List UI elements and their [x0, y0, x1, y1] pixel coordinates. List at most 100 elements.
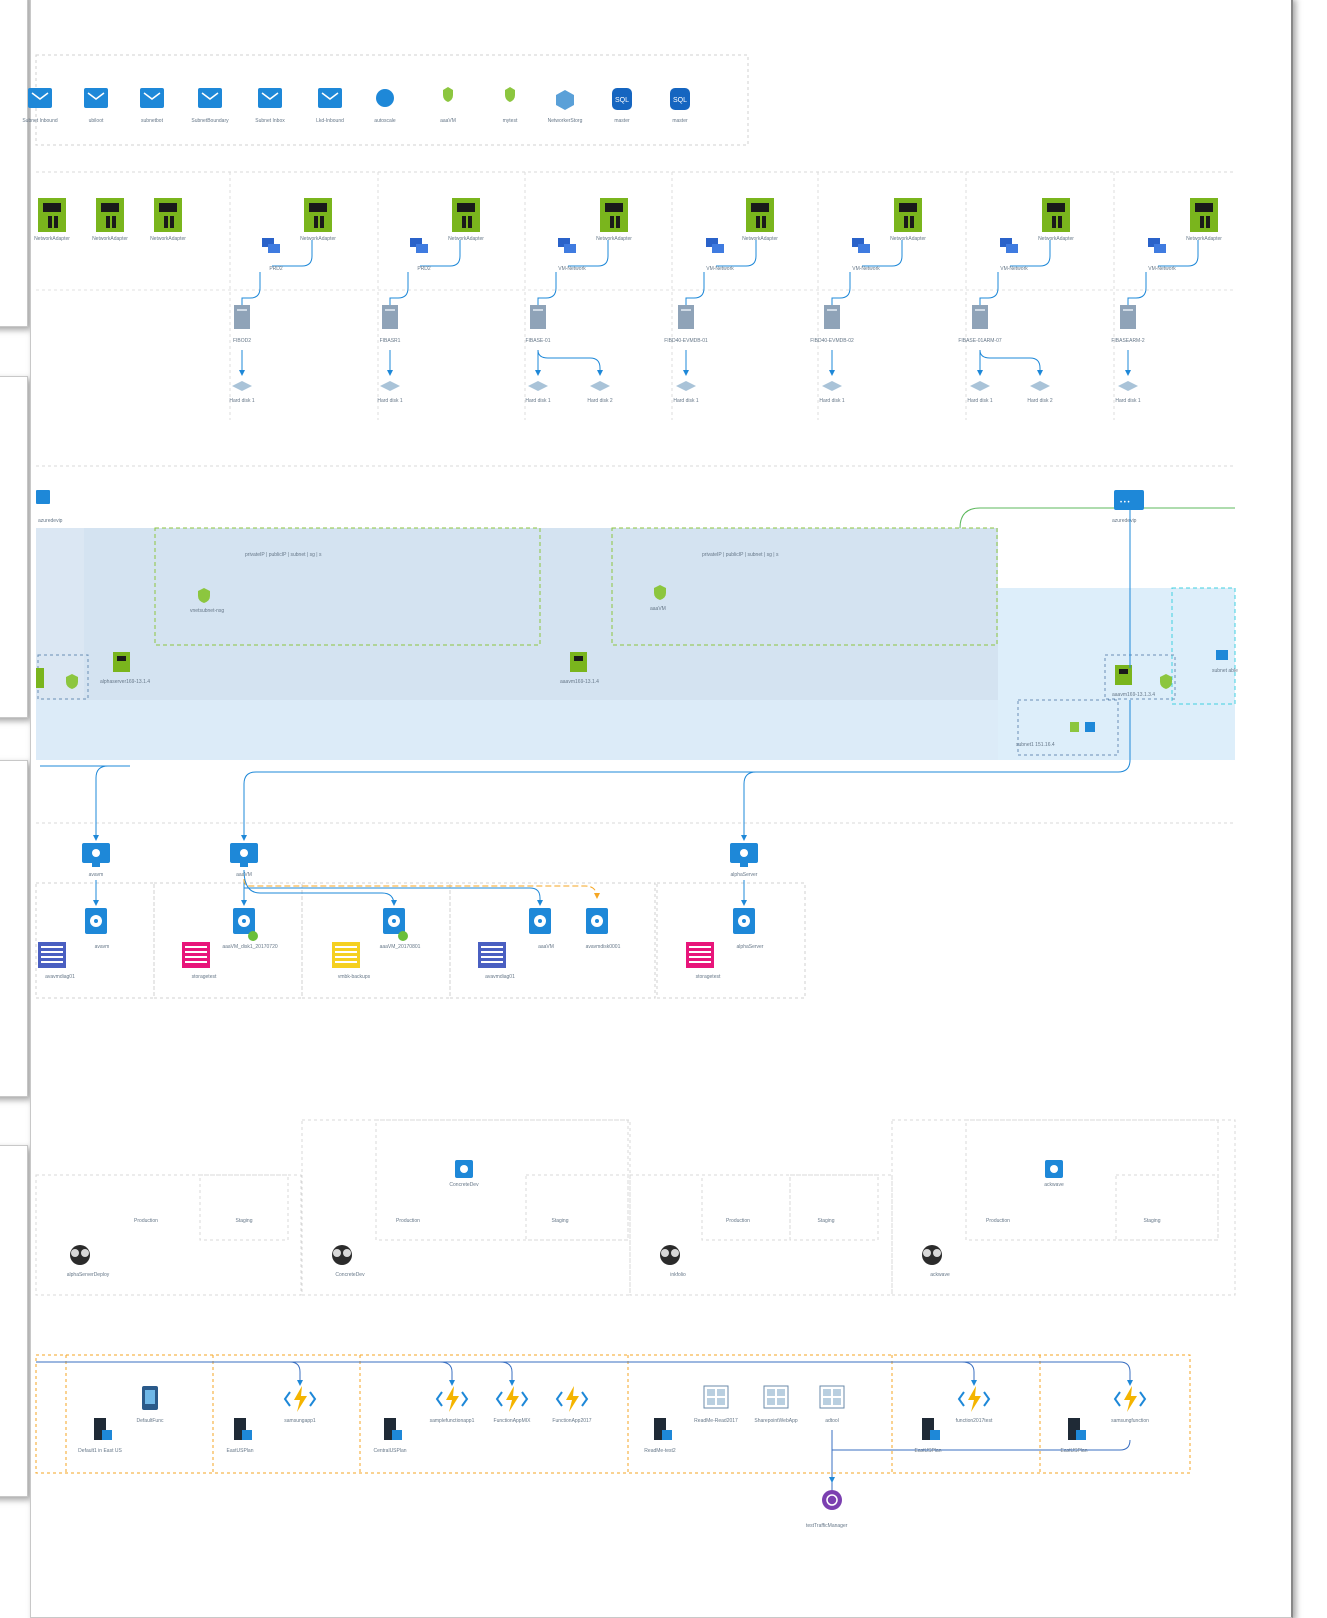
cloud-role-label: ConcreteDev — [449, 1182, 479, 1188]
cloud-service-frames — [35, 1119, 1236, 1296]
disk-icon — [1118, 381, 1138, 391]
top-resource-0: Subnet Inbound — [22, 88, 58, 124]
storage-account-icon — [332, 942, 360, 968]
vnet-label: VM-Network — [706, 266, 734, 272]
subnet-icon — [84, 88, 108, 108]
server-2: FIBASE-01 — [525, 272, 557, 376]
subnet-icon — [258, 88, 282, 108]
servers-row: FIBOD2 FIBASR1 FIBASE-01 FIBD40-EVMDB-01 FIB… — [229, 272, 1147, 404]
hard-disk-1: Hard disk 1 — [377, 381, 403, 404]
app-service-6: SharepointWebApp — [754, 1385, 798, 1424]
top-resource-10: SQL master — [612, 88, 632, 124]
server-icon — [678, 305, 694, 329]
top-resource-8: mytest — [503, 87, 518, 124]
hard-disk-7: Hard disk 2 — [1027, 381, 1053, 404]
network-adapter-9: NetworkAdapter — [1186, 198, 1222, 242]
storage-account-icon — [478, 942, 506, 968]
app-service-5: ReadMe-Read2017 — [694, 1385, 738, 1424]
cloud-role-label: ackwave — [1044, 1182, 1064, 1188]
server-0: FIBOD2 — [233, 272, 261, 376]
staging-slot-label: Staging — [236, 1218, 253, 1224]
hard-disk-0: Hard disk 1 — [229, 381, 255, 404]
top-resource-label: ubiloot — [89, 118, 104, 124]
app-service-plan-9: EastUSPlan — [1061, 1418, 1088, 1454]
top-resource-label: subnetbot — [141, 118, 164, 124]
network-adapters-row: NetworkAdapter NetworkAdapter NetworkAdapt… — [34, 198, 1222, 272]
vnet-left-label: azuredevip — [38, 518, 63, 524]
vnet-node-3: VM-Network — [706, 238, 757, 272]
app-service-plan-1: EastUSPlan — [227, 1418, 254, 1454]
storage-account-label: vmbk-backups — [338, 974, 371, 980]
subnet-right-caption: privateIP | publicIP | subnet | sg | s — [702, 552, 779, 558]
app-service-connectors — [36, 1361, 1133, 1490]
top-resource-9: NetworkerStorg — [548, 90, 583, 124]
disk-label: Hard disk 2 — [587, 398, 613, 404]
app-label: adtool — [825, 1418, 839, 1424]
network-adapter-8: NetworkAdapter — [1038, 198, 1074, 242]
subnet-left-caption: privateIP | publicIP | subnet | sg | s — [245, 552, 322, 558]
function-app-icon — [968, 1386, 981, 1412]
app-label: FunctionAppMIX — [494, 1418, 532, 1424]
hard-disk-5: Hard disk 1 — [819, 381, 845, 404]
function-app-icon — [294, 1386, 307, 1412]
app-service-7: adtool — [819, 1385, 845, 1424]
network-adapter-label: NetworkAdapter — [448, 236, 484, 242]
vm-disk-2: aaaVM_20170801 vmbk-backups — [332, 908, 421, 980]
server-label: FIBOD2 — [233, 338, 251, 344]
top-resource-label: Lkd-Inbound — [316, 118, 344, 124]
subnet-icon — [198, 88, 222, 108]
top-resource-label: SubnetBoundary — [191, 118, 229, 124]
storage-account-label: storagetest — [696, 974, 721, 980]
app-service-plan-5: ReadMe-test2 — [644, 1418, 676, 1454]
hard-disk-3: Hard disk 2 — [587, 381, 613, 404]
vm-label: avavm — [89, 872, 104, 878]
hard-disk-2: Hard disk 1 — [525, 381, 551, 404]
staging-slot-label: Staging — [552, 1218, 569, 1224]
virtual-machines: avavm aaaVM alphaServer — [82, 843, 758, 906]
cloud-service-label: alphaServerDeploy — [67, 1272, 110, 1278]
network-adapter-2: NetworkAdapter — [150, 198, 186, 242]
function-app-icon — [566, 1386, 579, 1412]
production-slot-label: Production — [986, 1218, 1010, 1224]
server-1: FIBASR1 — [380, 272, 409, 376]
top-resource-5: Lkd-Inbound — [316, 88, 344, 124]
cube-icon — [556, 90, 574, 110]
network-adapter-3: NetworkAdapter — [300, 198, 336, 242]
disk-icon — [822, 381, 842, 391]
nic-left-label: alphaserver169-13.1.4 — [100, 679, 150, 685]
top-resource-6: autoscale — [374, 89, 396, 124]
vnet-node-2: VM-Network — [558, 238, 609, 272]
vm-label: alphaServer — [731, 872, 758, 878]
cloud-service-0: alphaServerDeploy Production Staging — [67, 1218, 253, 1278]
app-service-plan-8: EastUSPlan — [915, 1418, 942, 1454]
vnet-label: VM-Network — [558, 266, 586, 272]
app-label: DefaultFunc — [137, 1418, 164, 1424]
server-label: FIBASEARM-2 — [1111, 338, 1145, 344]
top-resource-label: aaaVM — [440, 118, 456, 124]
cloud-service-label: inkfolio — [670, 1272, 686, 1278]
nic-mid-label: aaavm169-13.1.4 — [560, 679, 599, 685]
app-service-8: function2017test — [956, 1386, 993, 1424]
vm-disk-label: aaaVM — [538, 944, 554, 950]
top-resource-7: aaaVM — [440, 87, 456, 124]
app-plan-label: Default1 in East US — [78, 1448, 122, 1454]
vnet-left: azuredevip — [36, 490, 63, 524]
vm-disk-4: avavmdisk0001 — [586, 908, 621, 950]
app-label: samsungapp1 — [284, 1418, 316, 1424]
app-plan-label: ReadMe-test2 — [644, 1448, 676, 1454]
storage-account-icon — [182, 942, 210, 968]
vnet-section — [36, 507, 1236, 760]
top-resource-label: mytest — [503, 118, 518, 124]
vnet-label: VM-Network — [1000, 266, 1028, 272]
lb-label: subnet1 151.16.4 — [1016, 742, 1055, 748]
disk-icon — [590, 381, 610, 391]
nsg-left-label: vnetsubnet-nsg — [190, 608, 224, 614]
vm-disk-label: aaaVM_20170801 — [380, 944, 421, 950]
storage-account-icon — [38, 942, 66, 968]
app-plan-label: EastUSPlan — [1061, 1448, 1088, 1454]
network-adapter-label: NetworkAdapter — [92, 236, 128, 242]
server-label: FIBASR1 — [380, 338, 401, 344]
vm-disk-5: alphaServer storagetest — [686, 908, 764, 980]
server-3: FIBD40-EVMDB-01 — [664, 272, 708, 376]
top-resource-3: SubnetBoundary — [191, 88, 229, 124]
